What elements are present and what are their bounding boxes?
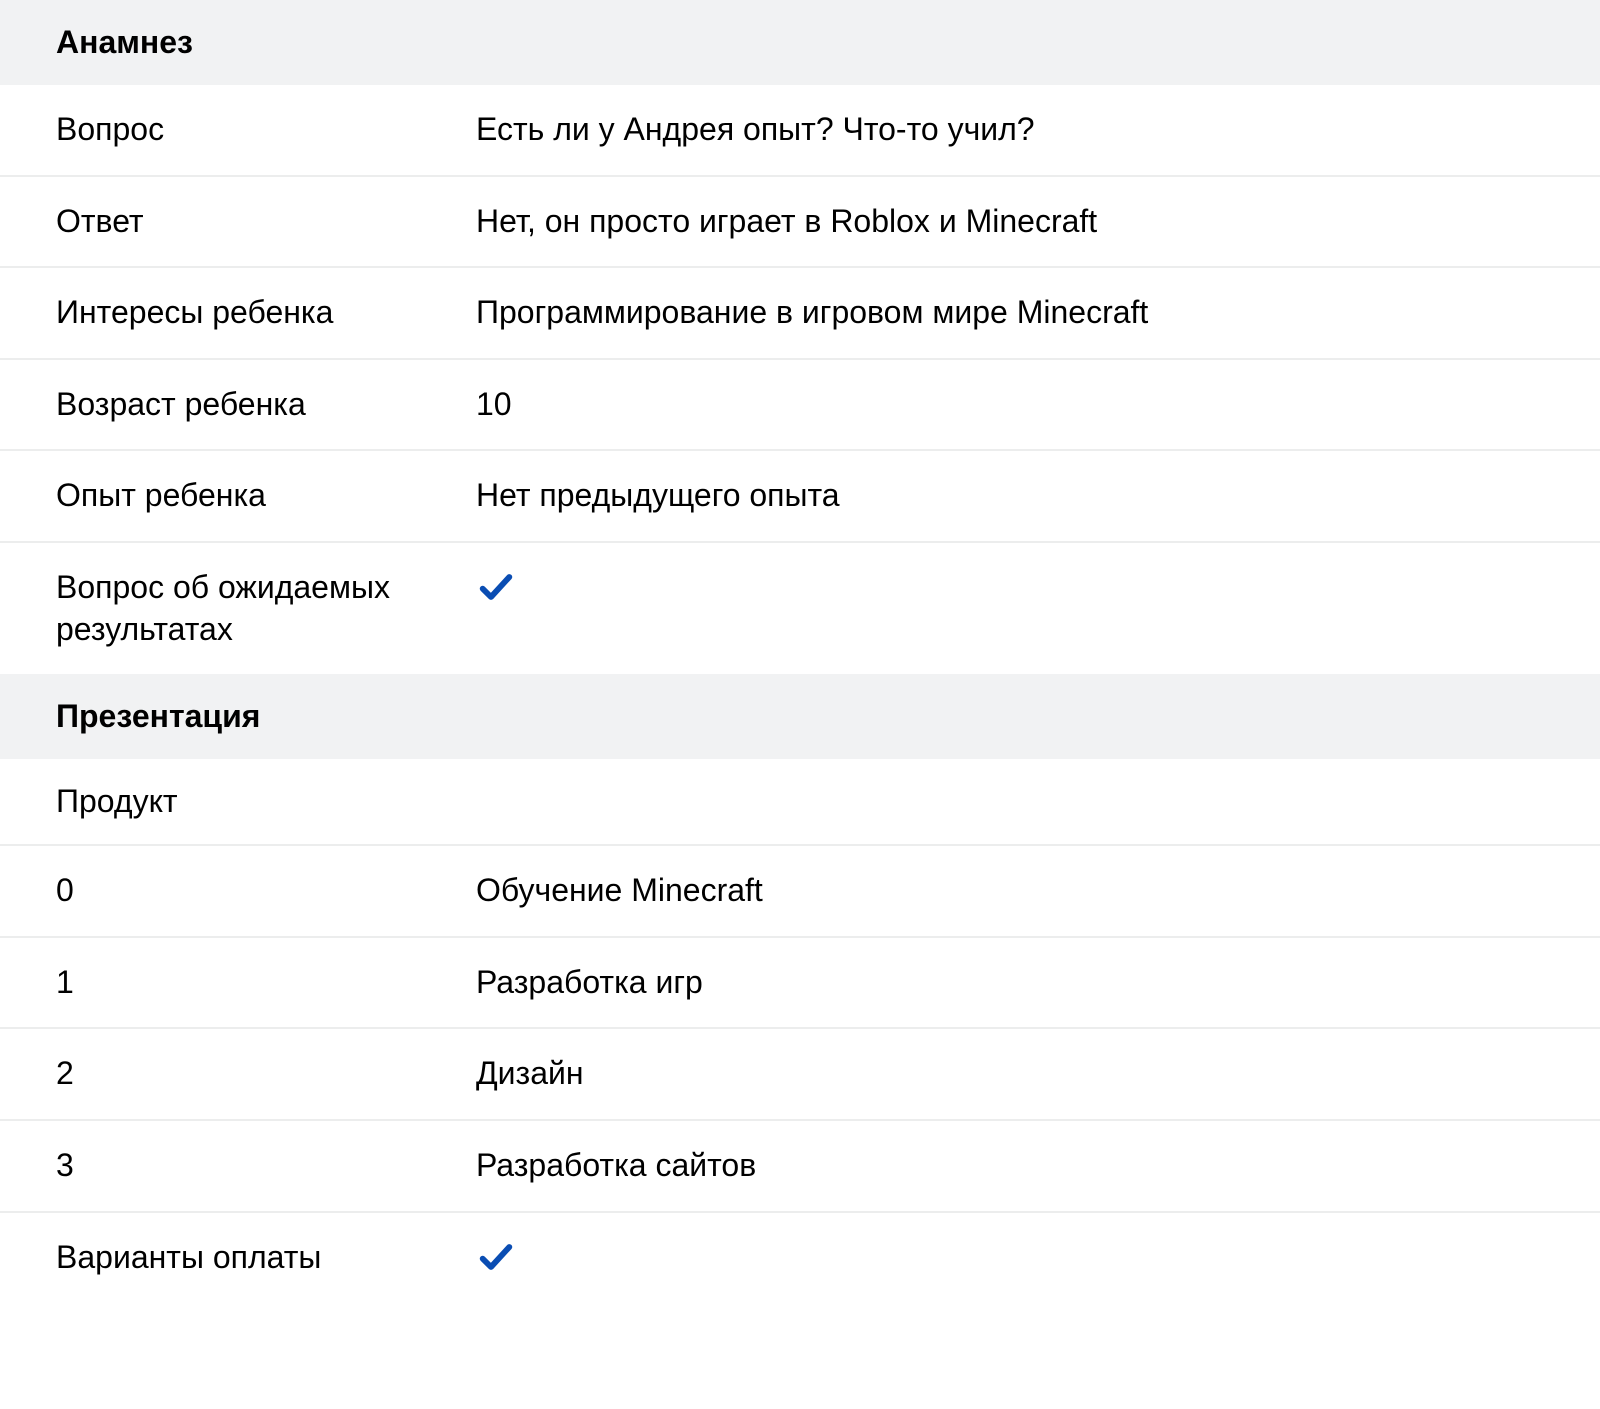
row-value-experience: Нет предыдущего опыта (476, 475, 1544, 517)
table-row: Ответ Нет, он просто играет в Roblox и M… (0, 177, 1600, 269)
table-row: 3 Разработка сайтов (0, 1121, 1600, 1213)
section-anamnesis: Анамнез Вопрос Есть ли у Андрея опыт? Чт… (0, 0, 1600, 674)
table-row: Интересы ребенка Программирование в игро… (0, 268, 1600, 360)
table-row: Варианты оплаты (0, 1213, 1600, 1312)
row-value-payment-options (476, 1237, 1544, 1288)
row-value-age: 10 (476, 384, 1544, 426)
row-label-experience: Опыт ребенка (56, 475, 476, 517)
table-row: Возраст ребенка 10 (0, 360, 1600, 452)
row-value-product-0: Обучение Minecraft (476, 870, 1544, 912)
row-value-question: Есть ли у Андрея опыт? Что-то учил? (476, 109, 1544, 151)
row-label-interests: Интересы ребенка (56, 292, 476, 334)
row-label-product-1: 1 (56, 962, 476, 1004)
table-row: Опыт ребенка Нет предыдущего опыта (0, 451, 1600, 543)
row-label-product-2: 2 (56, 1053, 476, 1095)
row-label-question: Вопрос (56, 109, 476, 151)
row-value-expected-results (476, 567, 1544, 650)
row-label-age: Возраст ребенка (56, 384, 476, 426)
row-value-product-2: Дизайн (476, 1053, 1544, 1095)
row-label-payment-options: Варианты оплаты (56, 1237, 476, 1288)
row-label-answer: Ответ (56, 201, 476, 243)
table-row: Вопрос Есть ли у Андрея опыт? Что-то учи… (0, 85, 1600, 177)
table-row: 1 Разработка игр (0, 938, 1600, 1030)
row-value-interests: Программирование в игровом мире Minecraf… (476, 292, 1544, 334)
table-row: 2 Дизайн (0, 1029, 1600, 1121)
row-subheader-product: Продукт (0, 759, 1600, 846)
row-value-answer: Нет, он просто играет в Roblox и Minecra… (476, 201, 1544, 243)
table-row: Вопрос об ожидаемых результатах (0, 543, 1600, 674)
row-label-product-0: 0 (56, 870, 476, 912)
checkmark-icon (476, 1237, 516, 1277)
table-row: 0 Обучение Minecraft (0, 846, 1600, 938)
section-presentation: Презентация Продукт 0 Обучение Minecraft… (0, 674, 1600, 1311)
section-header-presentation: Презентация (0, 674, 1600, 759)
section-header-anamnesis: Анамнез (0, 0, 1600, 85)
row-value-product-3: Разработка сайтов (476, 1145, 1544, 1187)
row-value-product-1: Разработка игр (476, 962, 1544, 1004)
row-label-product-3: 3 (56, 1145, 476, 1187)
row-label-expected-results: Вопрос об ожидаемых результатах (56, 567, 476, 650)
checkmark-icon (476, 567, 516, 607)
